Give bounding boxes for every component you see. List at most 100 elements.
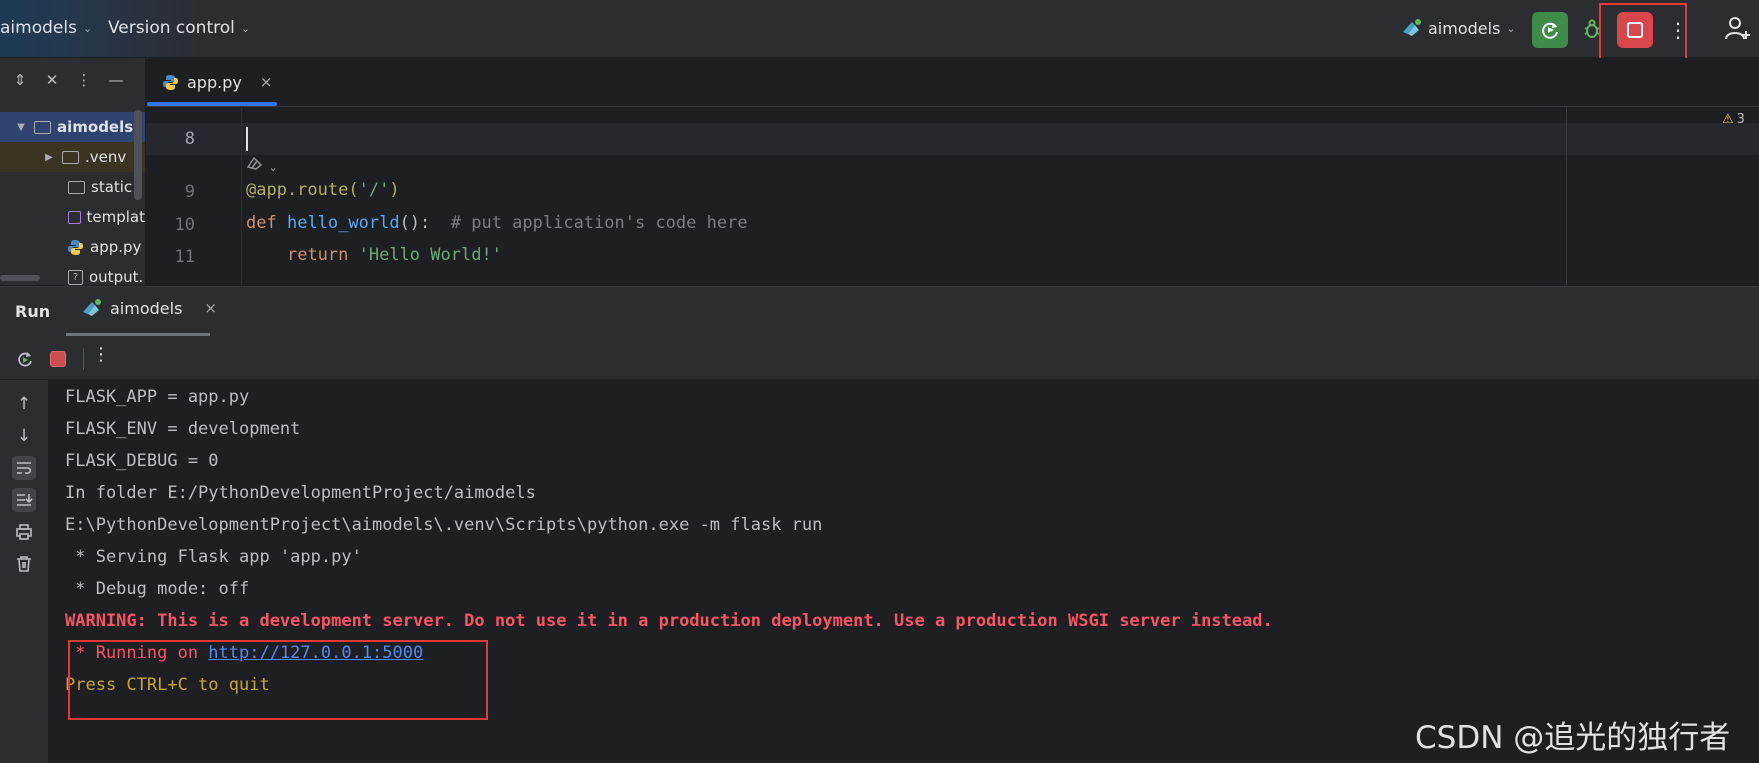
code-line-11: return 'Hello World!': [246, 245, 502, 265]
version-control-menu[interactable]: Version control ⌄: [108, 18, 250, 38]
console-line: FLASK_ENV = development: [65, 419, 301, 439]
tree-item-static[interactable]: static: [0, 172, 145, 202]
project-horizontal-scrollbar[interactable]: [0, 275, 40, 281]
decorator-token: @app.route(: [246, 180, 359, 200]
run-toolbar: [0, 337, 1759, 380]
run-config-label: aimodels: [1428, 18, 1501, 38]
warning-count: 3: [1736, 112, 1745, 127]
python-file-icon: [163, 74, 178, 90]
function-name-token: hello_world: [286, 213, 400, 233]
current-line-highlight: [146, 123, 1759, 155]
scroll-to-end-glyph: [17, 494, 33, 506]
keyword-token: def: [246, 213, 277, 233]
run-tool-window-header: [0, 286, 1759, 338]
trash-icon[interactable]: [12, 552, 36, 576]
inspection-widget[interactable]: ⚠ 3: [1722, 112, 1745, 127]
console-line: FLASK_DEBUG = 0: [65, 451, 219, 471]
flask-icon: [1403, 19, 1421, 36]
unknown-file-icon: ?: [68, 269, 83, 285]
rerun-icon: [1542, 22, 1558, 39]
tree-item-label: app.py: [90, 238, 142, 256]
python-file-icon: [68, 239, 83, 255]
add-user-button[interactable]: [1723, 14, 1759, 46]
chevron-down-icon: ⌄: [240, 21, 251, 35]
stop-button[interactable]: [50, 351, 66, 367]
arrow-down-icon[interactable]: ↓: [12, 424, 36, 448]
chevron-down-icon: ⌄: [268, 161, 278, 174]
toolbar-separator: [83, 348, 84, 370]
run-tab-indicator: [66, 333, 210, 336]
expand-all-icon[interactable]: ⇕: [8, 68, 32, 92]
code-line-10: def hello_world(): # put application's c…: [246, 213, 748, 233]
soft-wrap-icon[interactable]: [12, 456, 36, 480]
project-menu-label: aimodels: [0, 18, 77, 38]
soft-wrap-glyph: [17, 462, 32, 474]
tree-item-label: output.: [89, 268, 144, 285]
line-number: 8: [184, 129, 195, 149]
project-scrollbar[interactable]: [134, 110, 142, 200]
console-line: FLASK_APP = app.py: [65, 387, 250, 407]
text-caret: [246, 127, 248, 151]
console-line: E:\PythonDevelopmentProject\aimodels\.ve…: [65, 515, 823, 535]
close-icon[interactable]: ×: [204, 299, 217, 317]
rerun-button[interactable]: [1532, 12, 1568, 48]
string-token: 'Hello World!': [358, 245, 502, 265]
tab-app-py[interactable]: app.py ×: [162, 60, 272, 104]
chevron-down-icon: ⌄: [1506, 21, 1516, 35]
arrow-up-icon[interactable]: ↑: [12, 392, 36, 416]
hide-icon[interactable]: —: [104, 68, 128, 92]
run-config-selector[interactable]: aimodels ⌄: [1400, 18, 1516, 38]
rerun-button[interactable]: [14, 348, 36, 370]
tree-item-venv[interactable]: ▶ .venv: [0, 142, 145, 172]
code-line-9: @app.route('/'): [246, 180, 400, 200]
tree-item-aimodels[interactable]: ▼ aimodels: [0, 112, 145, 142]
tree-item-templates[interactable]: templat: [0, 202, 145, 232]
tree-item-label: .venv: [85, 148, 127, 166]
more-actions-button[interactable]: ⋮: [1666, 14, 1690, 46]
chevron-right-icon: ▶: [45, 151, 53, 163]
editor-tab-bar: [146, 58, 1759, 107]
keyword-token: return: [286, 245, 349, 265]
console-line: In folder E:/PythonDevelopmentProject/ai…: [65, 483, 536, 503]
string-token: '/': [358, 180, 390, 200]
right-margin-guide: [1566, 106, 1567, 285]
flask-route-gutter-icon[interactable]: ⌄: [246, 155, 278, 175]
add-user-icon: [1725, 17, 1750, 40]
folder-icon: [68, 180, 85, 194]
close-icon[interactable]: ×: [260, 73, 273, 91]
rerun-icon: [18, 352, 32, 367]
project-tool-window: ⇕ ✕ ⋮ — ▼ aimodels ▶ .venv static templa…: [0, 58, 146, 285]
folder-icon: [62, 150, 79, 164]
collapse-all-icon[interactable]: ✕: [40, 68, 64, 92]
comment-token: # put application's code here: [450, 213, 748, 233]
chevron-down-icon: ⌄: [82, 21, 93, 35]
trash-glyph: [17, 556, 31, 572]
print-icon[interactable]: [12, 520, 36, 544]
line-number: 9: [184, 182, 195, 202]
project-menu[interactable]: aimodels ⌄: [0, 18, 92, 38]
scroll-to-end-icon[interactable]: [12, 488, 36, 512]
gutter-divider: [241, 106, 242, 285]
punctuation-token: ():: [399, 213, 451, 233]
console-line: * Debug mode: off: [65, 579, 250, 599]
tree-item-app-py[interactable]: app.py: [0, 232, 145, 262]
tab-label: app.py: [187, 72, 242, 92]
folder-icon: [68, 210, 81, 224]
flask-endpoint-icon: [246, 156, 263, 170]
run-panel-title: Run: [15, 302, 51, 321]
version-control-label: Version control: [108, 18, 235, 38]
flask-icon: [83, 299, 101, 316]
tree-item-output[interactable]: ? output.: [0, 262, 145, 285]
console-line: * Serving Flask app 'app.py': [65, 547, 362, 567]
more-actions-button[interactable]: ⋮: [92, 344, 110, 365]
tree-item-label: aimodels: [57, 118, 134, 136]
watermark: CSDN @追光的独行者: [1415, 720, 1731, 756]
run-tab-label: aimodels: [110, 298, 183, 318]
decorator-token: ): [389, 180, 400, 200]
options-icon[interactable]: ⋮: [72, 68, 96, 92]
console-warning-line: WARNING: This is a development server. D…: [65, 611, 1273, 631]
active-tab-indicator: [147, 102, 277, 106]
run-tab-aimodels[interactable]: aimodels ×: [80, 298, 217, 318]
line-number: 11: [174, 247, 195, 267]
line-number: 10: [174, 215, 195, 235]
